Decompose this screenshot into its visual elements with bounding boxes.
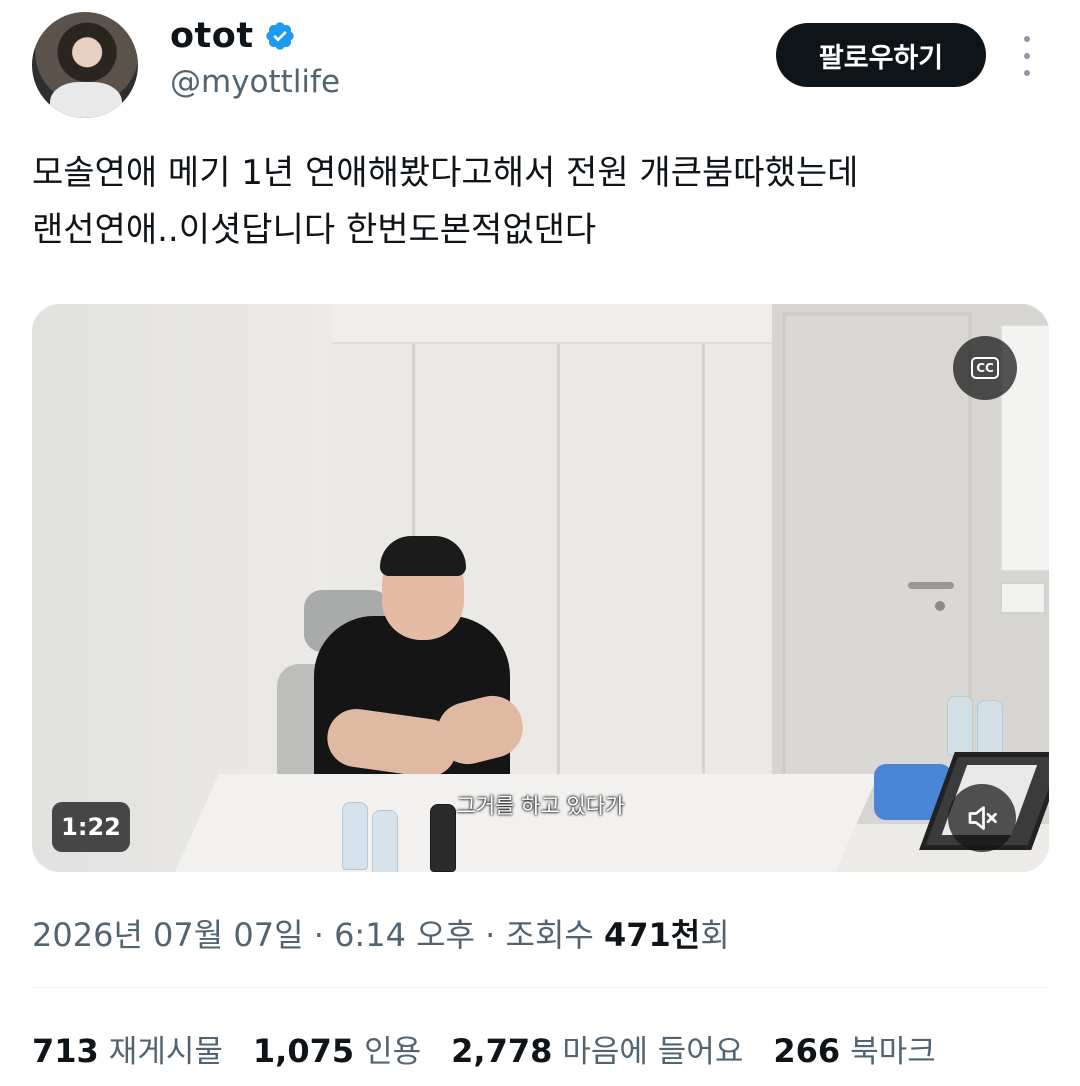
scene-door-handle	[908, 582, 954, 589]
views-prefix: 조회수	[505, 916, 604, 954]
panel-seam	[557, 344, 560, 824]
stat-quotes[interactable]: 1,075 인용	[253, 1026, 421, 1071]
stat-reposts[interactable]: 713 재게시물	[32, 1026, 223, 1071]
tweet-text-line: 모솔연애 메기 1년 연애해봤다고해서 전원 개큰붐따했는데	[32, 153, 859, 193]
video-duration: 1:22	[52, 802, 130, 852]
stat-label: 인용	[364, 1034, 422, 1070]
scene-bottle	[977, 700, 1003, 756]
stat-label: 재게시물	[108, 1034, 223, 1070]
follow-button[interactable]: 팔로우하기	[776, 23, 986, 87]
meta-separator: ·	[474, 916, 506, 954]
more-dot	[1024, 53, 1030, 59]
views-count: 471천	[604, 916, 701, 954]
scene-door-knob	[935, 601, 945, 611]
display-name[interactable]: otot	[170, 16, 254, 56]
mute-button[interactable]	[948, 784, 1016, 852]
scene-wall-top	[332, 304, 772, 344]
tweet-text: 모솔연애 메기 1년 연애해봤다고해서 전원 개큰붐따했는데 랜선연애..이셧답…	[32, 145, 1042, 259]
scene-person-hair	[380, 536, 466, 576]
tweet-time[interactable]: 6:14 오후	[334, 916, 475, 954]
stat-label: 북마크	[850, 1034, 936, 1070]
tweet-stats: 713 재게시물 1,075 인용 2,778 마음에 들어요 266 북마크	[32, 1026, 966, 1071]
tweet-text-line: 랜선연애..이셧답니다 한번도본적없댄다	[32, 210, 597, 250]
stat-count: 2,778	[451, 1032, 553, 1070]
scene-door	[782, 312, 972, 792]
scene-bottle	[947, 696, 973, 756]
stat-bookmarks[interactable]: 266 북마크	[773, 1026, 935, 1071]
stat-count: 266	[773, 1032, 841, 1070]
captions-button[interactable]: CC	[953, 336, 1017, 400]
divider	[32, 987, 1049, 988]
scene-switch	[1000, 582, 1046, 614]
more-vertical-icon[interactable]	[1012, 36, 1042, 76]
avatar[interactable]	[32, 12, 138, 118]
video-frame	[32, 304, 1049, 872]
stat-count: 713	[32, 1032, 99, 1070]
views-suffix: 회	[700, 916, 730, 954]
display-name-row: otot	[170, 16, 296, 56]
volume-muted-icon	[968, 806, 997, 830]
scene-desk	[165, 774, 879, 872]
more-dot	[1024, 36, 1030, 42]
stat-likes[interactable]: 2,778 마음에 들어요	[451, 1026, 743, 1071]
video-player[interactable]: CC 그거를 하고 있다가 1:22	[32, 304, 1049, 872]
verified-badge-icon	[265, 22, 294, 50]
video-subtitle: 그거를 하고 있다가	[456, 794, 625, 818]
meta-separator: ·	[303, 916, 335, 954]
stat-label: 마음에 들어요	[562, 1034, 744, 1070]
captions-icon: CC	[971, 357, 999, 379]
panel-seam	[702, 344, 705, 824]
tweet-date[interactable]: 2026년 07월 07일	[32, 916, 304, 954]
more-dot	[1024, 70, 1030, 76]
user-handle[interactable]: @myottlife	[170, 64, 340, 100]
tweet-header: otot @myottlife 팔로우하기	[0, 0, 1080, 130]
tweet-meta: 2026년 07월 07일 · 6:14 오후 · 조회수 471천회	[32, 910, 730, 956]
avatar-shirt	[50, 82, 122, 118]
stat-count: 1,075	[252, 1032, 355, 1070]
